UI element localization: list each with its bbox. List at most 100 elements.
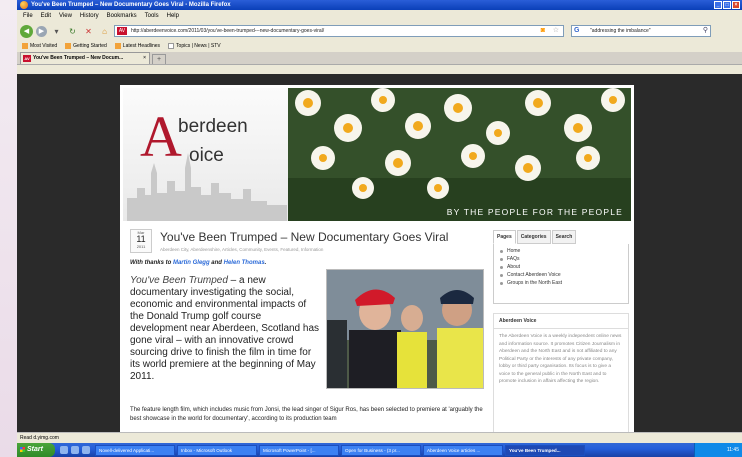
bookmark-topics-stv[interactable]: Topics | News | STV [168,40,221,52]
forward-button[interactable]: ▶ [36,25,47,37]
bullet-icon [500,257,503,261]
page-link-about[interactable]: About [500,263,623,271]
bullet-icon [500,249,503,253]
page-link-groups[interactable]: Groups in the North East [500,279,623,287]
bookmark-latest-headlines[interactable]: Latest Headlines [114,40,161,52]
credits-and: and [209,260,224,266]
menu-bar: File Edit View History Bookmarks Tools H… [17,10,742,22]
article-title[interactable]: You've Been Trumped – New Documentary Go… [160,230,448,244]
pages-list: Home FAQs About Contact Aberdeen Voice G… [493,244,629,304]
bookmark-getting-started[interactable]: Getting Started [65,40,107,52]
menu-tools[interactable]: Tools [145,10,159,22]
taskbar-item[interactable]: Novell-delivered Applicati... [95,444,175,456]
status-bar: Read d.yimg.com [17,432,742,443]
quicklaunch-icon[interactable] [60,446,68,454]
page-link-contact[interactable]: Contact Aberdeen Voice [500,271,623,279]
taskbar-item[interactable]: Inbox - Microsoft Outlook [177,444,257,456]
about-widget-title: Aberdeen Voice [494,314,628,329]
page-link-label: Contact Aberdeen Voice [507,272,561,278]
url-bar[interactable]: AV http://aberdeenvoice.com/2011/03/you'… [114,25,564,37]
article-categories[interactable]: Aberdeen City, Aberdeenshire, Articles, … [160,247,323,252]
quick-launch [60,446,90,454]
stop-icon[interactable]: ✕ [82,25,95,38]
author-link-helen-thomas[interactable]: Helen Thomas [224,260,265,266]
url-text: http://aberdeenvoice.com/2011/03/you've-… [131,28,325,34]
system-tray-clock: 11:45 [694,443,742,457]
page-link-home[interactable]: Home [500,247,623,255]
taskbar-item[interactable]: Open for Business - (3 pr... [341,444,421,456]
daffodils-image: BY THE PEOPLE FOR THE PEOPLE [288,88,631,221]
rss-icon[interactable]: ◙ [541,27,545,35]
page-link-label: FAQs [507,256,520,262]
site-banner[interactable]: A berdeen oice BY THE PEOPLE FOR THE PEO… [123,88,631,221]
bookmark-star-icon[interactable]: ☆ [553,26,559,36]
page-link-label: About [507,264,521,270]
post-year: 2011 [136,244,146,249]
rss-feed-icon [114,43,121,49]
logo-area: A berdeen oice [123,88,288,221]
logo-text-line1: berdeen [178,116,248,137]
bookmark-most-visited[interactable]: Most Visited [22,40,57,52]
bookmark-icon [22,43,28,49]
dropdown-icon[interactable]: ▾ [50,25,63,38]
tab-search[interactable]: Search [551,230,577,244]
taskbar-item[interactable]: Aberdeen Voice articles ... [423,444,503,456]
logo-text-line2: oice [189,145,224,166]
tab-close-icon[interactable]: × [143,53,146,64]
logo-letter: A [140,104,182,169]
desktop-edge [0,0,17,457]
bookmark-label: Latest Headlines [122,43,161,49]
minimize-button[interactable]: _ [714,1,722,9]
post-date: Mar 11 2011 [130,229,152,253]
start-button[interactable]: Start [17,443,55,457]
page-link-faqs[interactable]: FAQs [500,255,623,263]
site-tagline: BY THE PEOPLE FOR THE PEOPLE [446,207,623,217]
menu-bookmarks[interactable]: Bookmarks [107,10,137,22]
quicklaunch-icon[interactable] [71,446,79,454]
credits-suffix: . [264,260,267,266]
tab-favicon: AV [23,55,31,62]
search-icon[interactable]: ⚲ [703,26,708,36]
lead-text: – a new documentary investigating the so… [130,275,320,382]
article-photo[interactable] [326,269,484,389]
menu-help[interactable]: Help [167,10,179,22]
sidebar-tabs: Pages Categories Search [493,230,629,244]
about-widget-text: The Aberdeen Voice is a weekly independe… [499,334,622,384]
tab-categories[interactable]: Categories [516,230,551,244]
navigation-toolbar: ◀ ▶ ▾ ↻ ✕ ⌂ AV http://aberdeenvoice.com/… [17,22,742,40]
search-value: "addressing the imbalance" [590,28,651,34]
maximize-button[interactable]: □ [723,1,731,9]
daffodils-illustration [288,88,631,221]
article-lead: You've Been Trumped – a new documentary … [130,275,320,383]
close-button[interactable]: × [732,1,740,9]
tab-strip: AV You've Been Trumped – New Docum... × … [17,52,742,65]
author-link-martin-glegg[interactable]: Martin Glegg [173,260,210,266]
menu-history[interactable]: History [80,10,99,22]
menu-view[interactable]: View [59,10,72,22]
bookmark-icon [65,43,72,49]
article-body: The feature length film, which includes … [130,407,483,422]
tab-pages[interactable]: Pages [493,230,516,244]
taskbar-item-active[interactable]: You've Been Trumped... [505,444,585,456]
page-link-label: Groups in the North East [507,280,563,286]
menu-file[interactable]: File [23,10,33,22]
sidebar: Pages Categories Search Home FAQs About … [493,230,629,432]
menu-edit[interactable]: Edit [41,10,51,22]
tab-active[interactable]: AV You've Been Trumped – New Docum... × [20,52,150,64]
firefox-icon [20,1,28,9]
quicklaunch-icon[interactable] [82,446,90,454]
new-tab-button[interactable]: + [152,54,166,64]
google-icon[interactable]: G [574,27,579,35]
reload-icon[interactable]: ↻ [66,25,79,38]
post-day: 11 [136,234,146,244]
bookmark-label: Topics | News | STV [176,43,221,49]
windows-taskbar: Start Novell-delivered Applicati... Inbo… [17,443,742,457]
search-bar[interactable]: G "addressing the imbalance" ⚲ [571,25,711,37]
article-credits: With thanks to Martin Glegg and Helen Th… [130,260,266,266]
back-button[interactable]: ◀ [20,24,33,38]
home-icon[interactable]: ⌂ [98,25,111,38]
credits-prefix: With thanks to [130,260,173,266]
film-title-italic: You've Been Trumped [130,275,228,286]
taskbar-item[interactable]: Microsoft PowerPoint - [... [259,444,339,456]
bullet-icon [500,273,503,277]
